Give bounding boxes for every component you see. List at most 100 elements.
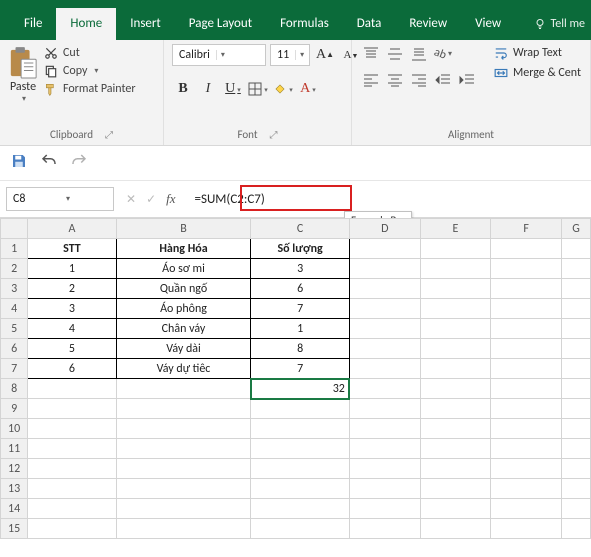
cell[interactable]: [420, 499, 491, 519]
cut-button[interactable]: Cut: [44, 46, 136, 60]
cell[interactable]: [491, 459, 562, 479]
row-header[interactable]: 10: [1, 419, 28, 439]
paste-button[interactable]: Paste ▾: [8, 44, 38, 104]
formula-input[interactable]: =SUM(C2:C7): [188, 187, 585, 211]
cell[interactable]: 2: [28, 279, 116, 299]
cell[interactable]: Hàng Hóa: [116, 239, 251, 259]
cell[interactable]: [420, 379, 491, 399]
row-header[interactable]: 2: [1, 259, 28, 279]
cell[interactable]: [116, 379, 251, 399]
row-header[interactable]: 15: [1, 519, 28, 539]
cell[interactable]: [349, 239, 420, 259]
increase-indent-button[interactable]: [456, 70, 478, 90]
cell[interactable]: [420, 439, 491, 459]
cell[interactable]: 1: [251, 319, 350, 339]
cell[interactable]: [562, 399, 591, 419]
tab-insert[interactable]: Insert: [116, 8, 175, 40]
row-header[interactable]: 9: [1, 399, 28, 419]
enter-formula-button[interactable]: ✓: [146, 192, 156, 207]
cell[interactable]: [420, 299, 491, 319]
insert-function-button[interactable]: fx: [166, 191, 175, 207]
merge-center-button[interactable]: Merge & Cent: [494, 66, 581, 80]
cell[interactable]: [562, 239, 591, 259]
cell[interactable]: [491, 419, 562, 439]
row-header[interactable]: 7: [1, 359, 28, 379]
cell[interactable]: [562, 319, 591, 339]
row-header[interactable]: 1: [1, 239, 28, 259]
row-header[interactable]: 4: [1, 299, 28, 319]
cell[interactable]: [562, 299, 591, 319]
chevron-down-icon[interactable]: ▾: [62, 194, 113, 204]
cell[interactable]: Chân váy: [116, 319, 251, 339]
cell[interactable]: Số lượng: [251, 239, 350, 259]
col-header-B[interactable]: B: [116, 219, 251, 239]
cell[interactable]: [562, 519, 591, 539]
cell[interactable]: [420, 339, 491, 359]
align-left-button[interactable]: [360, 70, 382, 90]
chevron-down-icon[interactable]: ▾: [22, 94, 26, 104]
align-bottom-button[interactable]: [408, 44, 430, 64]
fill-color-button[interactable]: ▾: [272, 78, 294, 100]
align-middle-button[interactable]: [384, 44, 406, 64]
cell[interactable]: [28, 459, 116, 479]
cell[interactable]: [491, 339, 562, 359]
cell[interactable]: [349, 279, 420, 299]
cell[interactable]: Quần ngố: [116, 279, 251, 299]
cancel-formula-button[interactable]: ✕: [126, 192, 136, 207]
cell[interactable]: [349, 299, 420, 319]
bold-button[interactable]: B: [172, 78, 194, 100]
cell[interactable]: [562, 339, 591, 359]
decrease-indent-button[interactable]: [432, 70, 454, 90]
cell[interactable]: [28, 439, 116, 459]
cell[interactable]: [116, 459, 251, 479]
cell[interactable]: 6: [28, 359, 116, 379]
row-header[interactable]: 6: [1, 339, 28, 359]
cell[interactable]: [349, 359, 420, 379]
save-button[interactable]: [10, 152, 28, 174]
cell[interactable]: [349, 499, 420, 519]
row-header[interactable]: 12: [1, 459, 28, 479]
cell[interactable]: [251, 439, 350, 459]
orientation-button[interactable]: ab▾: [432, 44, 454, 64]
cell[interactable]: [562, 459, 591, 479]
cell[interactable]: [562, 439, 591, 459]
cell[interactable]: Áo phông: [116, 299, 251, 319]
cell[interactable]: Váy dài: [116, 339, 251, 359]
cell[interactable]: [491, 479, 562, 499]
cell[interactable]: [491, 259, 562, 279]
cell[interactable]: [349, 439, 420, 459]
tab-data[interactable]: Data: [343, 8, 396, 40]
cell[interactable]: [491, 399, 562, 419]
cell[interactable]: 4: [28, 319, 116, 339]
cell[interactable]: 3: [28, 299, 116, 319]
cell[interactable]: [491, 359, 562, 379]
dialog-launcher-icon[interactable]: ⤢: [270, 128, 278, 141]
cell[interactable]: [349, 319, 420, 339]
cell[interactable]: [349, 259, 420, 279]
cell[interactable]: [420, 419, 491, 439]
tab-view[interactable]: View: [461, 8, 515, 40]
cell[interactable]: [562, 479, 591, 499]
cell[interactable]: [349, 479, 420, 499]
col-header-F[interactable]: F: [491, 219, 562, 239]
cell[interactable]: [420, 459, 491, 479]
cell[interactable]: [562, 279, 591, 299]
worksheet-grid[interactable]: A B C D E F G 1STTHàng HóaSố lượng21Áo s…: [0, 218, 591, 539]
cell[interactable]: [491, 239, 562, 259]
cell[interactable]: Áo sơ mi: [116, 259, 251, 279]
cell[interactable]: [28, 519, 116, 539]
cell[interactable]: [251, 499, 350, 519]
cell[interactable]: [28, 479, 116, 499]
row-header[interactable]: 3: [1, 279, 28, 299]
tab-file[interactable]: File: [10, 8, 56, 40]
font-size-combo[interactable]: 11▾: [270, 44, 310, 66]
align-right-button[interactable]: [408, 70, 430, 90]
align-top-button[interactable]: [360, 44, 382, 64]
cell[interactable]: [251, 399, 350, 419]
cell[interactable]: [28, 379, 116, 399]
cell[interactable]: [562, 359, 591, 379]
tab-home[interactable]: Home: [56, 8, 116, 40]
cell[interactable]: [116, 419, 251, 439]
row-header[interactable]: 11: [1, 439, 28, 459]
cell[interactable]: [251, 459, 350, 479]
